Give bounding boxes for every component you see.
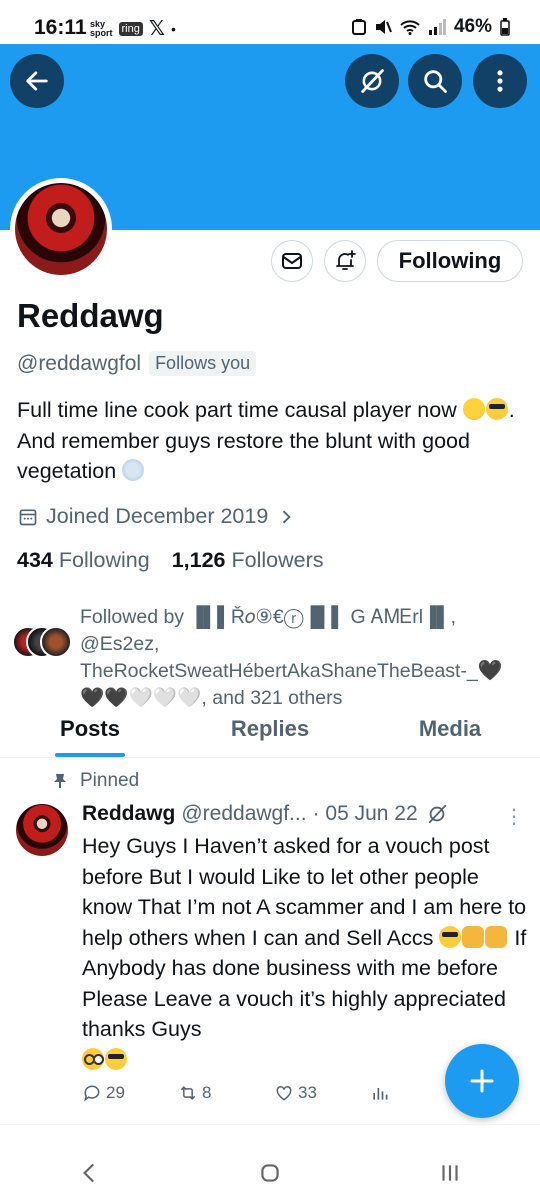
pinned-indicator: Pinned [52,770,139,792]
tweet-header: Reddawg @reddawgf... · 05 Jun 22 ⋮ [82,802,524,829]
reply-button[interactable]: 29 [82,1083,178,1103]
bell-plus-icon [336,250,356,270]
laughing-emoji-icon [462,398,485,420]
search-icon [424,70,447,93]
followed-by-avatars [12,626,76,660]
followers-count: 1,126 [171,548,226,572]
grok-icon [361,69,384,93]
followers-count-link[interactable]: 1,126 Followers [172,548,324,573]
repost-button[interactable]: 8 [178,1083,274,1103]
tab-posts[interactable]: Posts [0,700,180,757]
analytics-icon [373,1088,388,1100]
right-fist-emoji-icon [485,925,508,948]
followed-by-line-1: Followed by ▐▌▌Ř𝑜⑨€ⓡ▐▌▌ G ᎪᎷᎬrl▐▌, @Es2e… [80,606,457,655]
following-label: Following [58,548,150,572]
followed-by-line-2: TheRocketSweatHébertAkaShaneTheBeast-_ [80,660,478,682]
sunglasses-emoji-icon [439,925,462,948]
reply-count: 29 [106,1083,125,1102]
ring-icon: ring [118,21,143,36]
tweet-author-name[interactable]: Reddawg [82,802,175,826]
tweet-author-handle[interactable]: @reddawgf... [181,802,306,826]
tab-replies[interactable]: Replies [180,700,360,757]
sunglasses-emoji-icon [485,398,508,420]
followers-label: Followers [231,548,324,572]
compose-button[interactable] [445,1044,519,1118]
nav-recents-icon[interactable] [437,1160,463,1186]
tweet-date[interactable]: · 05 Jun 22 [313,802,418,826]
wifi-icon [400,20,420,35]
plus-icon [470,1069,494,1093]
battery-icon [500,18,510,36]
more-button[interactable] [473,54,527,108]
dash-emoji-icon [122,459,145,481]
x-icon: 𝕏 [148,18,165,40]
follower-avatar [40,626,72,658]
tweet-more-icon[interactable]: ⋮ [504,804,524,829]
calendar-icon [19,508,37,525]
message-button[interactable] [271,240,313,282]
follow-counts: 434 Following 1,126 Followers [17,548,323,573]
following-count: 434 [17,548,53,572]
notifications-button[interactable] [324,240,366,282]
heart-icon [276,1085,292,1101]
mute-icon [375,20,392,34]
grok-button[interactable] [345,54,399,108]
following-count-link[interactable]: 434 Following [17,548,150,573]
envelope-icon [282,253,302,269]
user-handle: @reddawgfol [17,351,142,375]
more-vertical-icon [497,70,503,92]
chevron-right-icon [283,510,291,523]
pinned-label: Pinned [80,770,140,791]
followed-by-text: Followed by ▐▌▌Ř𝑜⑨€ⓡ▐▌▌ G ᎪᎷᎬrl▐▌, @Es2e… [80,604,530,712]
follows-you-badge: Follows you [149,351,257,376]
system-nav-bar [0,1146,540,1200]
tweet-avatar[interactable] [16,804,68,856]
nav-home-icon[interactable] [257,1160,283,1186]
battery-percent: 46% [453,16,492,37]
back-button[interactable] [10,54,64,108]
tweet-text: Hey Guys I Haven’t asked for a vouch pos… [82,831,527,1075]
profile-avatar[interactable] [10,178,112,280]
sunglasses-emoji-icon [105,1047,127,1070]
profile-tabs: Posts Replies Media [0,700,540,758]
arrow-left-icon [26,71,48,91]
pin-icon [54,774,66,788]
next-tweet [0,1124,540,1146]
system-icons: 46% [351,16,510,38]
sky-sport-icon: sky sport [90,18,113,38]
grok-icon[interactable] [426,803,448,825]
display-name: Reddawg [17,297,164,334]
following-button[interactable]: Following [377,240,523,282]
search-button[interactable] [408,54,462,108]
profile-bio: Full time line cook part time causal pla… [17,395,527,487]
nav-back-icon[interactable] [77,1160,103,1186]
disguise-emoji-icon [82,1047,104,1070]
avatar-image [15,183,107,275]
status-time: 16:11 [34,16,87,39]
left-fist-emoji-icon [462,925,485,948]
handle-row: @reddawgfol Follows you [17,351,257,376]
status-bar: 16:11 sky sport ring 𝕏 • 46% [0,0,540,44]
joined-date-row[interactable]: Joined December 2019 [18,504,296,529]
notification-icons: sky sport ring 𝕏 • [90,16,176,41]
repost-icon [180,1086,196,1100]
reply-icon [84,1085,100,1102]
more-notifications-dot: • [170,20,176,37]
signal-icon [428,19,446,35]
like-button[interactable]: 33 [274,1083,370,1103]
repost-count: 8 [202,1083,212,1102]
battery-saver-icon [351,19,366,35]
like-count: 33 [298,1083,317,1102]
bio-text-1: Full time line cook part time causal pla… [17,398,457,422]
joined-date: Joined December 2019 [46,504,269,528]
tab-media[interactable]: Media [360,700,540,757]
